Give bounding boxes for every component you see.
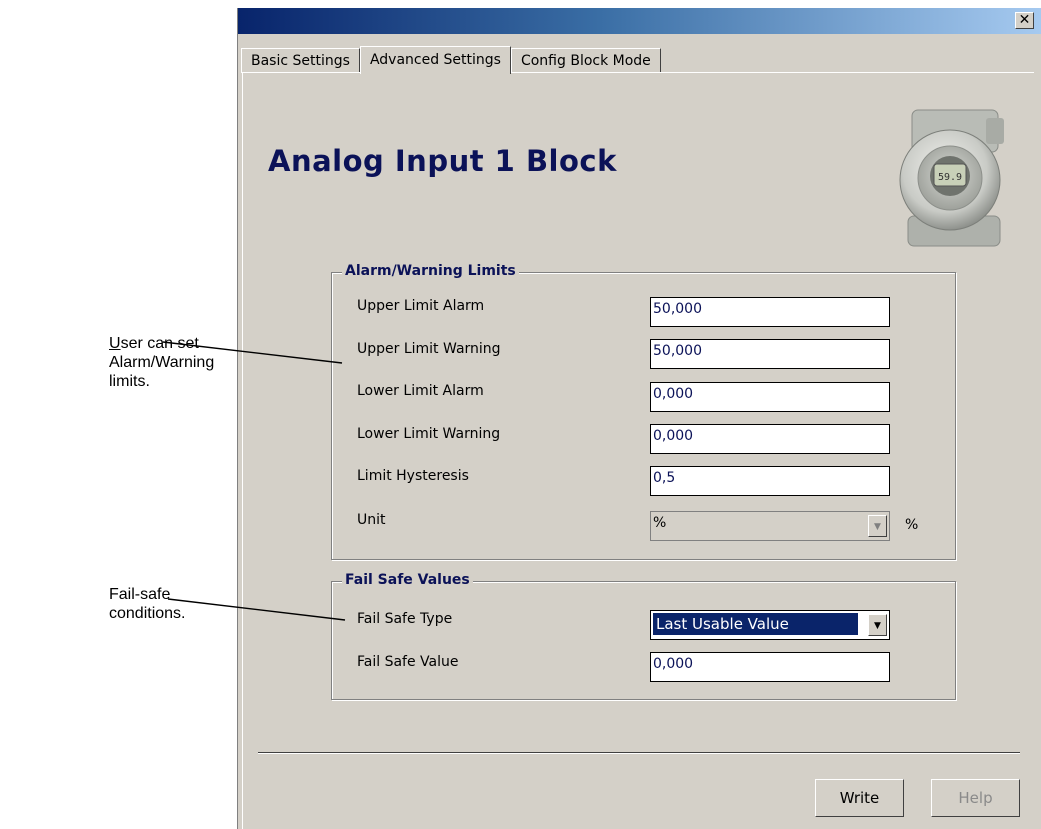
help-button[interactable]: Help <box>931 779 1020 817</box>
fail-safe-value-field[interactable]: 0,000 <box>650 652 890 682</box>
page-title: Analog Input 1 Block <box>268 144 617 178</box>
alarm-limits-annotation: User can set Alarm/Warning limits. <box>109 334 214 391</box>
fail-safe-legend: Fail Safe Values <box>342 572 473 588</box>
upper-limit-warning-label: Upper Limit Warning <box>357 341 501 357</box>
fail-safe-group: Fail Safe Values <box>331 572 956 700</box>
lower-limit-warning-label: Lower Limit Warning <box>357 426 501 442</box>
title-bar: ✕ <box>238 8 1041 34</box>
failsafe-annotation: Fail-safe conditions. <box>109 585 186 623</box>
upper-limit-alarm-field[interactable]: 50,000 <box>650 297 890 327</box>
lower-limit-alarm-field[interactable]: 0,000 <box>650 382 890 412</box>
lower-limit-warning-field[interactable]: 0,000 <box>650 424 890 454</box>
fail-safe-type-dropdown[interactable]: Last Usable Value ▼ <box>650 610 890 640</box>
device-display-text: 59.9 <box>938 172 962 183</box>
annotation-line-2: Alarm/Warning <box>109 354 215 371</box>
transmitter-device-icon: 59.9 <box>899 109 1004 247</box>
footer-divider <box>258 752 1020 754</box>
unit-label: Unit <box>357 512 386 528</box>
limit-hysteresis-label: Limit Hysteresis <box>357 468 469 484</box>
unit-dropdown[interactable]: % ▼ <box>650 511 890 541</box>
unit-dropdown-chevron-down-icon[interactable]: ▼ <box>868 515 887 537</box>
unit-suffix: % <box>905 517 919 533</box>
fail-safe-value-label: Fail Safe Value <box>357 654 459 670</box>
fail-safe-type-chevron-down-icon[interactable]: ▼ <box>868 614 887 636</box>
fail-safe-type-selected: Last Usable Value <box>653 613 858 635</box>
tab-strip: Basic Settings Advanced Settings Config … <box>241 46 661 74</box>
tab-advanced-settings[interactable]: Advanced Settings <box>359 46 511 74</box>
upper-limit-alarm-label: Upper Limit Alarm <box>357 298 485 314</box>
upper-limit-warning-field[interactable]: 50,000 <box>650 339 890 369</box>
lower-limit-alarm-label: Lower Limit Alarm <box>357 383 484 399</box>
annotation-underlined-letter: U <box>109 335 121 352</box>
tab-basic-settings[interactable]: Basic Settings <box>241 48 360 73</box>
annotation-line-1: ser can set <box>120 335 199 352</box>
alarm-warning-legend: Alarm/Warning Limits <box>342 263 519 279</box>
limit-hysteresis-field[interactable]: 0,5 <box>650 466 890 496</box>
write-button[interactable]: Write <box>815 779 904 817</box>
close-button[interactable]: ✕ <box>1015 12 1034 29</box>
failsafe-annotation-line-2: conditions. <box>109 605 186 622</box>
fail-safe-type-label: Fail Safe Type <box>357 611 453 627</box>
tab-config-block-mode[interactable]: Config Block Mode <box>510 48 661 73</box>
failsafe-annotation-line-1: Fail-safe <box>109 586 171 603</box>
unit-dropdown-value: % <box>653 515 667 531</box>
annotation-line-3: limits. <box>109 373 150 390</box>
